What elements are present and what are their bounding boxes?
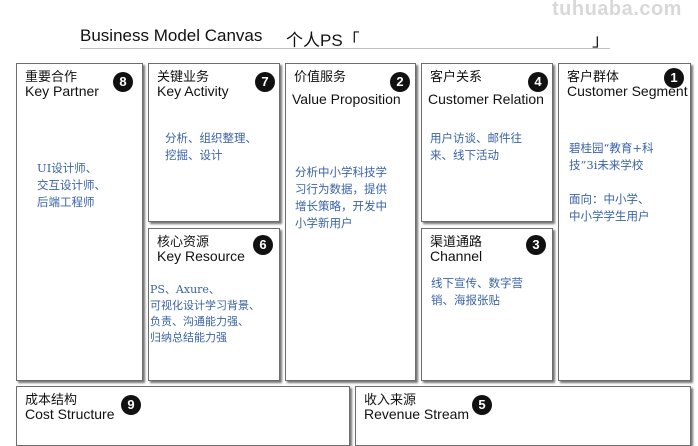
block-title-en: Value Proposition [292, 91, 401, 107]
content-line: 交互设计师、 [37, 178, 106, 192]
block-content: 分析中小学科技学 习行为数据，提供 增长策略，开发中 小学新用户 [295, 164, 387, 232]
project-label: 个人PS「 [286, 31, 360, 50]
content-line: 习行为数据，提供 [295, 182, 387, 196]
content-line: UI设计师、 [37, 161, 98, 175]
block-title-en: Cost Structure [25, 406, 115, 422]
block-content: UI设计师、 交互设计师、 后端工程师 [37, 160, 106, 211]
content-line: 分析中小学科技学 [295, 165, 387, 179]
block-content: 分析、组织整理、 挖掘、设计 [165, 130, 257, 164]
block-title-en: Key Resource [157, 248, 245, 264]
content-line: 面向：中小学、 [569, 192, 650, 206]
content-line: 技”3i未来学校 [569, 158, 644, 172]
block-key-activity: 关键业务 Key Activity 7 分析、组织整理、 挖掘、设计 [148, 63, 280, 222]
block-title-cn: 价值服务 [294, 70, 347, 85]
content-line: 分析、组织整理、 [165, 131, 257, 145]
block-key-partner: 重要合作 Key Partner 8 UI设计师、 交互设计师、 后端工程师 [16, 63, 143, 381]
block-customer-segment: 客户群体 Customer Segment 1 碧桂园“教育+科 技”3i未来学… [558, 63, 691, 381]
content-line: 归纳总结能力强 [150, 331, 227, 344]
block-title-cn: 客户关系 [430, 70, 483, 85]
watermark: tuhuaba.com [552, 0, 682, 20]
content-line: 碧桂园“教育+科 [569, 141, 654, 155]
content-line: 中小学学生用户 [569, 209, 650, 223]
project-label-close: 」 [592, 31, 609, 50]
block-content: PS、Axure、 可视化设计学习背景、 负责、沟通能力强、 归纳总结能力强 [150, 282, 260, 346]
block-content: 用户访谈、邮件往 来、线下活动 [430, 130, 522, 164]
block-cost-structure: 成本结构 Cost Structure 9 [16, 386, 350, 446]
block-content: 碧桂园“教育+科 技”3i未来学校 面向：中小学、 中小学学生用户 [569, 140, 654, 225]
content-line: 用户访谈、邮件往 [430, 131, 522, 145]
content-line: 可视化设计学习背景、 [150, 299, 260, 312]
number-badge: 3 [526, 235, 546, 255]
block-customer-relation: 客户关系 Customer Relation 4 用户访谈、邮件往 来、线下活动 [421, 63, 553, 222]
canvas-header: Business Model Canvas 个人PS「 」 [80, 26, 610, 50]
content-line: 增长策略，开发中 [295, 199, 387, 213]
block-content: 线下宣传、数字营 销、海报张贴 [431, 275, 523, 309]
canvas-title: Business Model Canvas [80, 26, 263, 45]
number-badge: 4 [528, 72, 548, 92]
block-title-en: Key Partner [25, 83, 99, 99]
number-badge: 5 [472, 395, 492, 415]
block-revenue-stream: 收入来源 Revenue Stream 5 [355, 386, 691, 446]
number-badge: 1 [664, 68, 684, 88]
content-line: 负责、沟通能力强、 [150, 315, 249, 328]
block-key-resource: 核心资源 Key Resource 6 PS、Axure、 可视化设计学习背景、… [148, 228, 280, 381]
number-badge: 9 [121, 395, 141, 415]
number-badge: 7 [255, 72, 275, 92]
block-title-en: Channel [430, 248, 483, 264]
block-title-en: Customer Relation [428, 91, 544, 107]
content-line: 来、线下活动 [430, 148, 499, 162]
number-badge: 2 [390, 72, 410, 92]
content-line: PS、Axure、 [150, 283, 220, 296]
content-line: 小学新用户 [295, 216, 353, 230]
block-channel: 渠道通路 Channel 3 线下宣传、数字营 销、海报张贴 [421, 228, 553, 381]
block-title-en: Revenue Stream [364, 406, 470, 422]
content-line: 销、海报张贴 [431, 293, 500, 307]
content-line: 后端工程师 [37, 195, 95, 209]
block-value-proposition: 价值服务 Value Proposition 2 分析中小学科技学 习行为数据，… [285, 63, 416, 381]
content-line: 挖掘、设计 [165, 148, 223, 162]
number-badge: 6 [253, 235, 273, 255]
content-line: 线下宣传、数字营 [431, 276, 523, 290]
number-badge: 8 [113, 72, 133, 92]
block-title-en: Key Activity [157, 83, 229, 99]
